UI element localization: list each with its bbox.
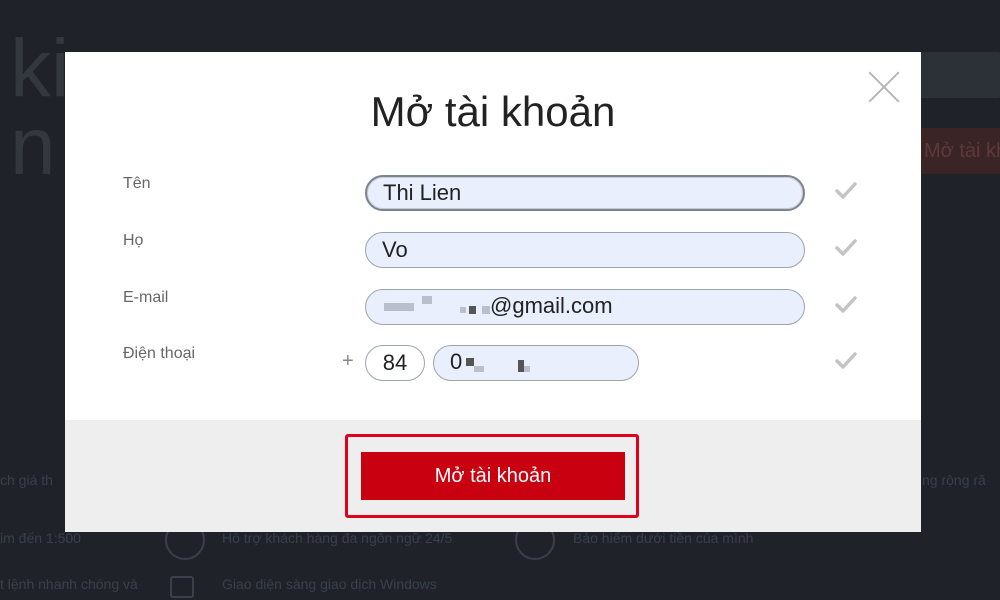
monitor-icon [170, 576, 194, 598]
background-feature-text: Hỗ trợ khách hàng đa ngôn ngữ 24/5 [222, 530, 453, 546]
phone-number-text: 0 [450, 349, 463, 374]
first-name-input[interactable] [365, 175, 805, 211]
last-name-input[interactable] [365, 232, 805, 268]
phone-row: Điện thoại + 0 [65, 345, 921, 385]
background-open-account-button: Mở tài kh [920, 128, 1000, 174]
email-domain-text: @gmail.com [490, 293, 613, 318]
redacted-text [460, 307, 466, 313]
redacted-text [469, 306, 476, 314]
background-feature-text: im đến 1:500 [0, 530, 81, 546]
background-feature-text: Bảo hiểm dưới tiền của mình [573, 530, 754, 546]
redacted-text [524, 366, 530, 372]
background-feature-text: ng rộng rã [922, 472, 986, 488]
first-name-row: Tên [65, 175, 921, 215]
open-account-button[interactable]: Mở tài khoản [361, 452, 625, 500]
email-label: E-mail [123, 289, 169, 306]
phone-label: Điện thoại [123, 345, 196, 362]
background-feature-text: ch giá th [0, 472, 53, 488]
background-field [920, 52, 1000, 98]
email-input[interactable]: @gmail.com [365, 289, 805, 325]
last-name-label: Họ [123, 232, 144, 249]
check-icon [835, 296, 857, 313]
background-feature-text: Giao diện sàng giao dịch Windows [222, 576, 437, 592]
phone-number-input[interactable]: 0 [433, 345, 639, 381]
redacted-text [482, 306, 490, 314]
background-feature-text: t lệnh nhanh chóng và [0, 576, 138, 592]
redacted-text [422, 296, 432, 304]
country-code-input[interactable] [365, 345, 425, 381]
check-icon [835, 239, 857, 256]
redacted-text [466, 358, 474, 366]
redacted-text [384, 303, 414, 311]
modal-title: Mở tài khoản [370, 88, 616, 135]
check-icon [835, 182, 857, 199]
modal-footer: Mở tài khoản [65, 420, 921, 532]
email-row: E-mail @gmail.com [65, 289, 921, 329]
redacted-text [474, 366, 484, 372]
phone-plus-sign: + [342, 350, 354, 372]
open-account-modal: Mở tài khoản Tên Họ E-mail @gmail.com [65, 52, 921, 532]
first-name-label: Tên [123, 175, 151, 192]
check-icon [835, 352, 857, 369]
last-name-row: Họ [65, 232, 921, 272]
